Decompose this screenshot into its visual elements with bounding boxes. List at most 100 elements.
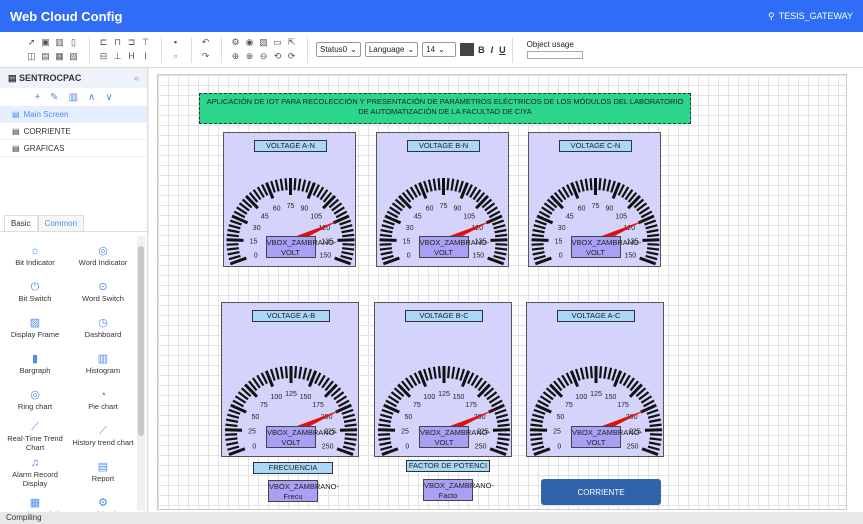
- send-back-icon[interactable]: ▫: [170, 50, 181, 63]
- move-up-icon[interactable]: ∧: [88, 92, 95, 103]
- gauge-minor-tick: [339, 219, 352, 226]
- gauge-minor-tick: [531, 247, 544, 251]
- pointer-icon[interactable]: ➚: [26, 36, 37, 49]
- align-bottom-icon[interactable]: ⊥: [112, 50, 123, 63]
- title-banner[interactable]: APLICACIÓN DE IOT PARA RECOLECCIÓN Y PRE…: [199, 93, 691, 124]
- widget-ring-chart[interactable]: ◎ Ring chart: [2, 382, 68, 418]
- language-select[interactable]: Language ⌄: [364, 42, 419, 57]
- undo-icon[interactable]: ↶: [200, 36, 211, 49]
- scrollbar-thumb[interactable]: [138, 246, 144, 436]
- zoom-out-icon[interactable]: ⊖: [258, 50, 269, 63]
- paste-icon[interactable]: ◫: [26, 50, 37, 63]
- factor-potencia-value[interactable]: VBOX_ZAMBRANO-Facto: [423, 479, 494, 501]
- gauge-source-tag[interactable]: VBOX_ZAMBRANO-VOLT: [571, 426, 642, 448]
- page-label: CORRIENTE: [23, 126, 71, 136]
- status-select[interactable]: Status0 ⌄: [316, 42, 361, 57]
- collapse-sidebar-button[interactable]: «: [134, 73, 139, 83]
- edit-page-icon[interactable]: ✎: [50, 92, 58, 103]
- align-top-icon[interactable]: ⊤: [140, 36, 151, 49]
- tab-common[interactable]: Common: [37, 215, 85, 231]
- gauge-tick-label: 100: [271, 394, 283, 401]
- object-usage-label: Object usage: [526, 40, 574, 49]
- sync-icon[interactable]: ⟲: [272, 50, 283, 63]
- font-size-select[interactable]: 14 ⌄: [422, 42, 457, 57]
- user-menu[interactable]: ⚲ TESIS_GATEWAY: [768, 11, 853, 22]
- add-page-icon[interactable]: +: [34, 92, 40, 103]
- page-item-main-screen[interactable]: ▤ Main Screen: [0, 106, 147, 123]
- frecuencia-value[interactable]: VBOX_ZAMBRANO-Frecu: [268, 480, 339, 502]
- widget-bargraph[interactable]: ▮ Bargraph: [2, 346, 68, 382]
- gauge-major-tick: [549, 383, 564, 398]
- gauge-tick-label: 125: [285, 391, 297, 398]
- gauge-tick-label: 25: [553, 429, 561, 436]
- copy-icon[interactable]: ▯: [68, 36, 79, 49]
- factor-potencia-label[interactable]: FACTOR DE POTENCI: [406, 460, 490, 472]
- gauge-minor-tick: [644, 219, 657, 226]
- settings-icon[interactable]: ⚙: [230, 36, 241, 49]
- align-middle-icon[interactable]: ⊟: [98, 50, 109, 63]
- widget-scrollbar[interactable]: [137, 236, 145, 510]
- text-icon[interactable]: ▭: [272, 36, 283, 49]
- gauge-panel[interactable]: VOLTAGE B-C 0 25 50 75 100 125 150 175 200 225 250 V…: [374, 302, 512, 457]
- widget-combination[interactable]: ⚙Combination: [70, 490, 136, 514]
- widget-history-trend[interactable]: ⟋ History trend chart: [70, 418, 136, 454]
- corriente-button[interactable]: CORRIENTE: [541, 479, 661, 505]
- redo-icon[interactable]: ↷: [200, 50, 211, 63]
- bring-front-icon[interactable]: ▪: [170, 36, 181, 49]
- zoom-reset-icon[interactable]: ⊗: [244, 50, 255, 63]
- italic-button[interactable]: I: [491, 45, 494, 55]
- widget-word-switch[interactable]: ⊙ Word Switch: [70, 274, 136, 310]
- gauge-source-tag[interactable]: VBOX_ZAMBRANO-VOLT: [419, 426, 490, 448]
- zoom-in-icon[interactable]: ⊕: [230, 50, 241, 63]
- preview-icon[interactable]: ◉: [244, 36, 255, 49]
- widget-dashboard[interactable]: ◷ Dashboard: [70, 310, 136, 346]
- move-down-icon[interactable]: ∨: [105, 92, 112, 103]
- distribute-v-icon[interactable]: I: [140, 50, 151, 63]
- gauge-panel[interactable]: VOLTAGE C-N 0 15 30 45 60 75 90 105 120 135 150 VBOX…: [528, 132, 661, 267]
- gauge-panel[interactable]: VOLTAGE A-B 0 25 50 75 100 125 150 175 200 225 250 V…: [221, 302, 359, 457]
- gauge-source-tag[interactable]: VBOX_ZAMBRANO-VOLT: [570, 236, 642, 258]
- widget-report[interactable]: ▤ Report: [70, 454, 136, 490]
- widget-pie-chart[interactable]: ◔ Pie chart: [70, 382, 136, 418]
- save-icon[interactable]: ▣: [40, 36, 51, 49]
- tab-basic[interactable]: Basic: [4, 215, 38, 231]
- widget-realtime-trend[interactable]: ⟋ Real-Time Trend Chart: [2, 418, 68, 454]
- gauge-panel[interactable]: VOLTAGE A-C 0 25 50 75 100 125 150 175 200 225 250 V…: [526, 302, 664, 457]
- object-usage: Object usage: [526, 40, 583, 59]
- bold-button[interactable]: B: [478, 45, 485, 55]
- widget-alarm-record[interactable]: ♫ Alarm Record Display: [2, 454, 68, 490]
- underline-button[interactable]: U: [499, 45, 506, 55]
- font-color-picker[interactable]: [460, 43, 475, 56]
- widget-label: Dashboard: [84, 330, 122, 339]
- gauge-panel[interactable]: VOLTAGE A-N 0 15 30 45 60 75 90 105 120 135 150 VBOX…: [223, 132, 356, 267]
- widget-bit-indicator[interactable]: ☼ Bit Indicator: [2, 238, 68, 274]
- widget-function-switch[interactable]: ▦Function Switch: [2, 490, 68, 514]
- delete-icon[interactable]: ▥: [54, 36, 65, 49]
- page-item-graficas[interactable]: ▤ GRAFICAS: [0, 140, 147, 157]
- delete-page-icon[interactable]: ▥: [69, 92, 78, 103]
- widget-word-indicator[interactable]: ◎ Word Indicator: [70, 238, 136, 274]
- image-icon[interactable]: ▧: [258, 36, 269, 49]
- group-icon[interactable]: ▦: [54, 50, 65, 63]
- gauge-panel[interactable]: VOLTAGE B-N 0 15 30 45 60 75 90 105 120 135 150 VBOX…: [376, 132, 509, 267]
- distribute-h-icon[interactable]: H: [126, 50, 137, 63]
- export-icon[interactable]: ⇱: [286, 36, 297, 49]
- gauge-source-tag[interactable]: VBOX_ZAMBRANO-VOLT: [418, 236, 490, 258]
- ungroup-icon[interactable]: ▧: [68, 50, 79, 63]
- align-left-icon[interactable]: ⊏: [98, 36, 109, 49]
- align-right-icon[interactable]: ⊐: [126, 36, 137, 49]
- page-item-corriente[interactable]: ▤ CORRIENTE: [0, 123, 147, 140]
- widget-label: Histogram: [85, 366, 121, 375]
- gauge-minor-tick: [447, 366, 451, 379]
- widget-bit-switch[interactable]: ⏻ Bit Switch: [2, 274, 68, 310]
- widget-histogram[interactable]: ▥ Histogram: [70, 346, 136, 382]
- design-canvas[interactable]: APLICACIÓN DE IOT PARA RECOLECCIÓN Y PRE…: [157, 74, 847, 510]
- frecuencia-label[interactable]: FRECUENCIA: [253, 462, 333, 474]
- widget-display-frame[interactable]: ▨ Display Frame: [2, 310, 68, 346]
- gauge-source-tag[interactable]: VBOX_ZAMBRANO-VOLT: [265, 236, 337, 258]
- cut-icon[interactable]: ▤: [40, 50, 51, 63]
- align-center-icon[interactable]: ⊓: [112, 36, 123, 49]
- share-icon[interactable]: ⟳: [286, 50, 297, 63]
- gauge-minor-tick: [530, 437, 543, 441]
- gauge-source-tag[interactable]: VBOX_ZAMBRANO-VOLT: [266, 426, 337, 448]
